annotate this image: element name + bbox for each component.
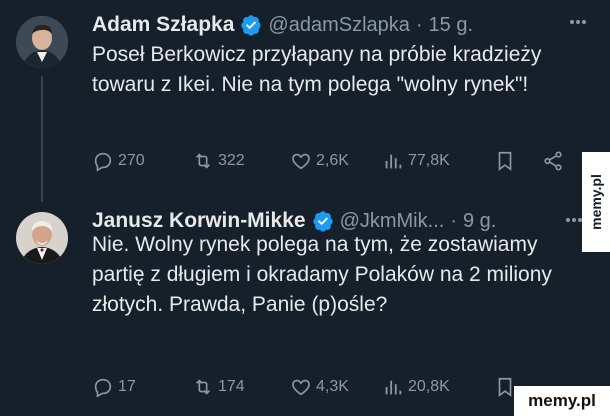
more-options-icon[interactable] — [568, 12, 588, 32]
heart-icon — [292, 379, 310, 396]
views-icon — [385, 154, 402, 169]
author-handle[interactable]: @adamSzlapka — [268, 14, 409, 37]
avatar[interactable] — [16, 16, 68, 68]
bookmark-button[interactable] — [494, 150, 542, 172]
like-button[interactable]: 2,6K — [290, 150, 382, 172]
like-button[interactable]: 4,3K — [290, 376, 382, 398]
tweet-janusz-korwin-mikke[interactable]: Janusz Korwin-Mikke @JkmMik... · 9 g. Ni… — [0, 196, 610, 416]
view-count: 77,8K — [408, 152, 450, 169]
retweet-button[interactable]: 174 — [192, 376, 290, 398]
timestamp[interactable]: 15 g. — [429, 14, 473, 37]
tweet-text: Nie. Wolny rynek polega na tym, że zosta… — [92, 233, 552, 316]
retweet-count: 322 — [218, 152, 245, 169]
retweet-button[interactable]: 322 — [192, 150, 290, 172]
retweet-icon — [195, 153, 211, 169]
views-button[interactable]: 77,8K — [382, 150, 494, 172]
views-icon — [385, 380, 402, 395]
tweet-actions: 270 322 2,6K 77,8K — [92, 146, 590, 176]
reply-count: 270 — [118, 152, 145, 169]
verified-badge-icon — [312, 211, 333, 232]
heart-icon — [292, 153, 310, 170]
like-count: 2,6K — [316, 152, 349, 169]
verified-badge-icon — [241, 15, 262, 36]
reply-count: 17 — [118, 378, 136, 395]
views-button[interactable]: 20,8K — [382, 376, 494, 398]
avatar[interactable] — [16, 212, 68, 264]
watermark-corner: memy.pl — [514, 386, 610, 416]
reply-icon — [94, 378, 112, 398]
bookmark-icon — [498, 377, 512, 397]
reply-button[interactable]: 270 — [92, 150, 192, 172]
author-name[interactable]: Adam Szłapka — [92, 13, 234, 37]
watermark-side-text: memy.pl — [588, 174, 605, 230]
watermark-side: memy.pl — [582, 152, 610, 252]
view-count: 20,8K — [408, 378, 450, 395]
tweet-header: Adam Szłapka @adamSzlapka · 15 g. — [92, 12, 550, 38]
retweet-icon — [195, 379, 211, 395]
reply-button[interactable]: 17 — [92, 376, 192, 398]
more-options-icon[interactable] — [564, 210, 584, 230]
bookmark-icon — [498, 151, 512, 171]
thread-line — [41, 76, 43, 202]
like-count: 4,3K — [316, 378, 349, 395]
tweet-adam-szlapka[interactable]: Adam Szłapka @adamSzlapka · 15 g. Poseł … — [0, 0, 610, 202]
share-button[interactable] — [542, 150, 568, 172]
reply-icon — [94, 152, 112, 172]
separator-dot: · — [415, 13, 423, 36]
retweet-count: 174 — [218, 378, 245, 395]
share-icon — [544, 151, 562, 171]
tweet-text: Poseł Berkowicz przyłapany na próbie kra… — [92, 43, 542, 96]
